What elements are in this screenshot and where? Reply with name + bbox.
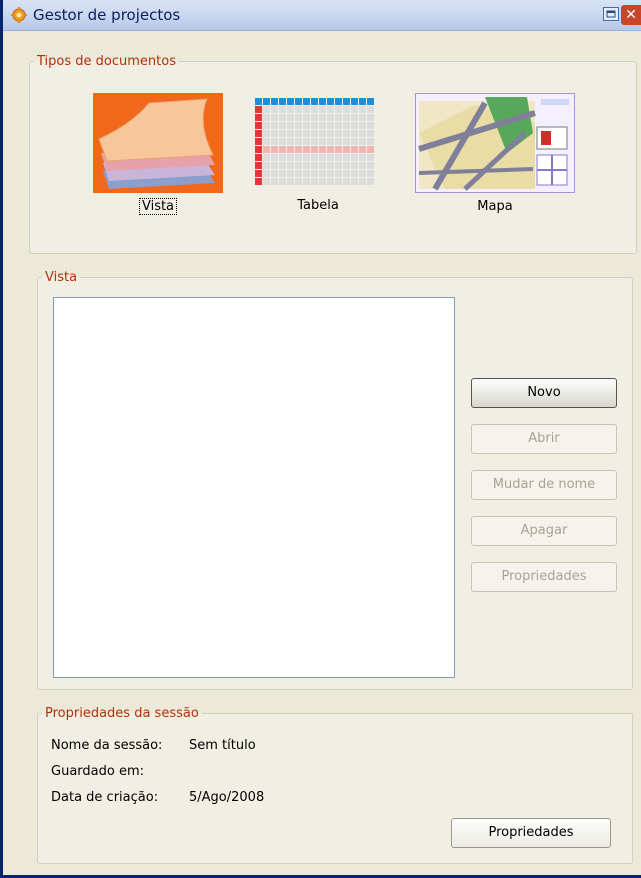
document-properties-button[interactable]: Propriedades (471, 562, 617, 592)
documents-legend: Vista (45, 270, 78, 285)
gear-icon (11, 7, 27, 23)
doctype-tabela[interactable]: Tabela (253, 96, 383, 213)
restore-icon[interactable] (603, 7, 619, 21)
session-created-label: Data de criação: (51, 790, 159, 805)
delete-button[interactable]: Apagar (471, 516, 617, 546)
project-manager-window: Gestor de projectos ✕ Tipos de documento… (0, 0, 641, 878)
title-bar[interactable]: Gestor de projectos ✕ (3, 0, 641, 31)
doctype-mapa[interactable]: Mapa (413, 93, 577, 214)
document-types-legend: Tipos de documentos (37, 54, 176, 69)
layers-icon (93, 93, 223, 193)
session-saved-row: Guardado em: (51, 764, 189, 779)
session-name-row: Nome da sessão: Sem título (51, 738, 256, 753)
doctype-tabela-label: Tabela (297, 198, 339, 213)
documents-list[interactable] (53, 297, 455, 678)
doctype-vista-label: Vista (138, 198, 178, 215)
table-icon (255, 98, 374, 185)
map-icon (415, 93, 575, 193)
open-button[interactable]: Abrir (471, 424, 617, 454)
session-name-value: Sem título (189, 738, 256, 753)
rename-button[interactable]: Mudar de nome (471, 470, 617, 500)
session-saved-label: Guardado em: (51, 764, 144, 779)
session-name-label: Nome da sessão: (51, 738, 163, 753)
session-created-row: Data de criação: 5/Ago/2008 (51, 790, 264, 805)
session-created-value: 5/Ago/2008 (189, 790, 265, 805)
new-button[interactable]: Novo (471, 378, 617, 408)
session-properties-button[interactable]: Propriedades (451, 818, 611, 848)
close-icon[interactable]: ✕ (621, 5, 641, 25)
session-properties-legend: Propriedades da sessão (45, 706, 199, 721)
window-title: Gestor de projectos (33, 6, 181, 24)
doctype-vista[interactable]: Vista (93, 93, 223, 215)
doctype-mapa-label: Mapa (477, 199, 513, 214)
